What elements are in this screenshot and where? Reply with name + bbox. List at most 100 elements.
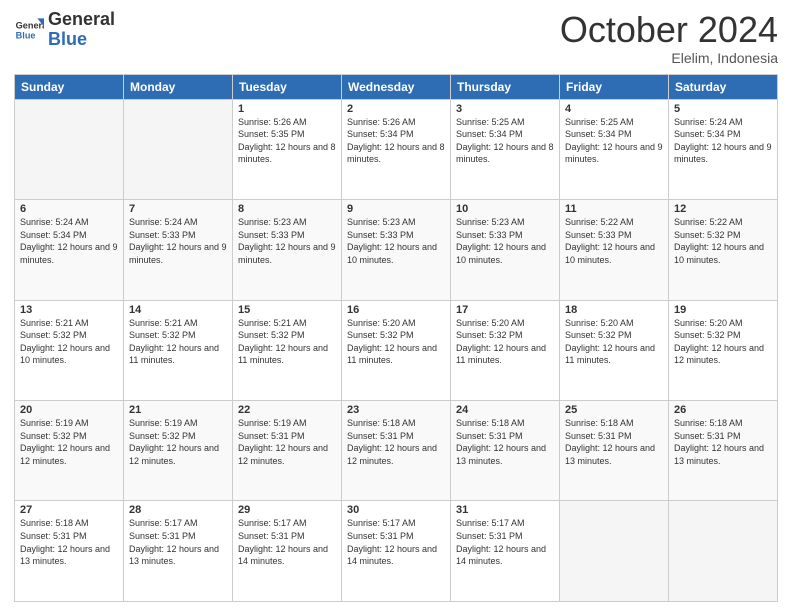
calendar-cell: 22Sunrise: 5:19 AMSunset: 5:31 PMDayligh… [233, 401, 342, 501]
day-number: 21 [129, 404, 227, 416]
day-number: 28 [129, 504, 227, 516]
calendar-cell: 27Sunrise: 5:18 AMSunset: 5:31 PMDayligh… [15, 501, 124, 602]
day-number: 8 [238, 203, 336, 215]
calendar-cell: 20Sunrise: 5:19 AMSunset: 5:32 PMDayligh… [15, 401, 124, 501]
day-number: 23 [347, 404, 445, 416]
day-info: Sunrise: 5:21 AMSunset: 5:32 PMDaylight:… [238, 317, 336, 367]
location-subtitle: Elelim, Indonesia [560, 50, 778, 66]
weekday-header-friday: Friday [560, 74, 669, 99]
day-info: Sunrise: 5:20 AMSunset: 5:32 PMDaylight:… [674, 317, 772, 367]
week-row-2: 13Sunrise: 5:21 AMSunset: 5:32 PMDayligh… [15, 300, 778, 400]
calendar-cell: 5Sunrise: 5:24 AMSunset: 5:34 PMDaylight… [669, 99, 778, 199]
day-info: Sunrise: 5:20 AMSunset: 5:32 PMDaylight:… [565, 317, 663, 367]
calendar-cell: 9Sunrise: 5:23 AMSunset: 5:33 PMDaylight… [342, 200, 451, 300]
day-number: 15 [238, 304, 336, 316]
week-row-4: 27Sunrise: 5:18 AMSunset: 5:31 PMDayligh… [15, 501, 778, 602]
weekday-header-wednesday: Wednesday [342, 74, 451, 99]
day-info: Sunrise: 5:25 AMSunset: 5:34 PMDaylight:… [565, 116, 663, 166]
calendar-cell: 14Sunrise: 5:21 AMSunset: 5:32 PMDayligh… [124, 300, 233, 400]
day-info: Sunrise: 5:26 AMSunset: 5:34 PMDaylight:… [347, 116, 445, 166]
day-number: 3 [456, 103, 554, 115]
calendar-cell: 15Sunrise: 5:21 AMSunset: 5:32 PMDayligh… [233, 300, 342, 400]
weekday-header-sunday: Sunday [15, 74, 124, 99]
day-number: 13 [20, 304, 118, 316]
weekday-header-thursday: Thursday [451, 74, 560, 99]
day-number: 18 [565, 304, 663, 316]
calendar-cell: 29Sunrise: 5:17 AMSunset: 5:31 PMDayligh… [233, 501, 342, 602]
day-number: 20 [20, 404, 118, 416]
day-number: 6 [20, 203, 118, 215]
calendar-cell: 26Sunrise: 5:18 AMSunset: 5:31 PMDayligh… [669, 401, 778, 501]
day-number: 31 [456, 504, 554, 516]
day-number: 7 [129, 203, 227, 215]
header: General Blue General Blue October 2024 E… [14, 10, 778, 66]
day-info: Sunrise: 5:19 AMSunset: 5:32 PMDaylight:… [20, 417, 118, 467]
calendar-cell: 7Sunrise: 5:24 AMSunset: 5:33 PMDaylight… [124, 200, 233, 300]
calendar-cell: 16Sunrise: 5:20 AMSunset: 5:32 PMDayligh… [342, 300, 451, 400]
day-number: 24 [456, 404, 554, 416]
day-info: Sunrise: 5:24 AMSunset: 5:34 PMDaylight:… [20, 216, 118, 266]
week-row-0: 1Sunrise: 5:26 AMSunset: 5:35 PMDaylight… [15, 99, 778, 199]
day-info: Sunrise: 5:17 AMSunset: 5:31 PMDaylight:… [347, 517, 445, 567]
calendar-cell: 4Sunrise: 5:25 AMSunset: 5:34 PMDaylight… [560, 99, 669, 199]
day-info: Sunrise: 5:18 AMSunset: 5:31 PMDaylight:… [347, 417, 445, 467]
day-number: 2 [347, 103, 445, 115]
calendar-cell: 30Sunrise: 5:17 AMSunset: 5:31 PMDayligh… [342, 501, 451, 602]
day-number: 10 [456, 203, 554, 215]
calendar-cell: 13Sunrise: 5:21 AMSunset: 5:32 PMDayligh… [15, 300, 124, 400]
page: General Blue General Blue October 2024 E… [0, 0, 792, 612]
calendar-cell: 8Sunrise: 5:23 AMSunset: 5:33 PMDaylight… [233, 200, 342, 300]
day-info: Sunrise: 5:18 AMSunset: 5:31 PMDaylight:… [674, 417, 772, 467]
day-info: Sunrise: 5:20 AMSunset: 5:32 PMDaylight:… [347, 317, 445, 367]
day-number: 26 [674, 404, 772, 416]
title-block: October 2024 Elelim, Indonesia [560, 10, 778, 66]
logo: General Blue General Blue [14, 10, 115, 50]
day-number: 1 [238, 103, 336, 115]
day-number: 25 [565, 404, 663, 416]
calendar-cell [669, 501, 778, 602]
weekday-header-saturday: Saturday [669, 74, 778, 99]
day-info: Sunrise: 5:22 AMSunset: 5:32 PMDaylight:… [674, 216, 772, 266]
calendar-cell: 23Sunrise: 5:18 AMSunset: 5:31 PMDayligh… [342, 401, 451, 501]
calendar-cell: 17Sunrise: 5:20 AMSunset: 5:32 PMDayligh… [451, 300, 560, 400]
calendar-cell: 24Sunrise: 5:18 AMSunset: 5:31 PMDayligh… [451, 401, 560, 501]
calendar-cell [560, 501, 669, 602]
day-number: 19 [674, 304, 772, 316]
day-info: Sunrise: 5:19 AMSunset: 5:32 PMDaylight:… [129, 417, 227, 467]
calendar-cell: 11Sunrise: 5:22 AMSunset: 5:33 PMDayligh… [560, 200, 669, 300]
calendar-cell: 3Sunrise: 5:25 AMSunset: 5:34 PMDaylight… [451, 99, 560, 199]
weekday-header-row: SundayMondayTuesdayWednesdayThursdayFrid… [15, 74, 778, 99]
day-info: Sunrise: 5:21 AMSunset: 5:32 PMDaylight:… [129, 317, 227, 367]
day-info: Sunrise: 5:17 AMSunset: 5:31 PMDaylight:… [238, 517, 336, 567]
day-info: Sunrise: 5:26 AMSunset: 5:35 PMDaylight:… [238, 116, 336, 166]
weekday-header-tuesday: Tuesday [233, 74, 342, 99]
day-number: 16 [347, 304, 445, 316]
calendar-cell: 12Sunrise: 5:22 AMSunset: 5:32 PMDayligh… [669, 200, 778, 300]
calendar-cell: 10Sunrise: 5:23 AMSunset: 5:33 PMDayligh… [451, 200, 560, 300]
svg-text:Blue: Blue [16, 30, 36, 40]
calendar-cell: 2Sunrise: 5:26 AMSunset: 5:34 PMDaylight… [342, 99, 451, 199]
logo-icon: General Blue [14, 15, 44, 45]
day-number: 9 [347, 203, 445, 215]
day-number: 22 [238, 404, 336, 416]
week-row-3: 20Sunrise: 5:19 AMSunset: 5:32 PMDayligh… [15, 401, 778, 501]
day-number: 30 [347, 504, 445, 516]
calendar-cell: 31Sunrise: 5:17 AMSunset: 5:31 PMDayligh… [451, 501, 560, 602]
day-number: 29 [238, 504, 336, 516]
calendar-cell [15, 99, 124, 199]
day-info: Sunrise: 5:21 AMSunset: 5:32 PMDaylight:… [20, 317, 118, 367]
day-number: 4 [565, 103, 663, 115]
calendar-cell: 1Sunrise: 5:26 AMSunset: 5:35 PMDaylight… [233, 99, 342, 199]
day-number: 27 [20, 504, 118, 516]
day-info: Sunrise: 5:20 AMSunset: 5:32 PMDaylight:… [456, 317, 554, 367]
calendar-cell: 21Sunrise: 5:19 AMSunset: 5:32 PMDayligh… [124, 401, 233, 501]
calendar-table: SundayMondayTuesdayWednesdayThursdayFrid… [14, 74, 778, 602]
day-info: Sunrise: 5:23 AMSunset: 5:33 PMDaylight:… [456, 216, 554, 266]
day-number: 5 [674, 103, 772, 115]
day-info: Sunrise: 5:18 AMSunset: 5:31 PMDaylight:… [20, 517, 118, 567]
calendar-cell: 25Sunrise: 5:18 AMSunset: 5:31 PMDayligh… [560, 401, 669, 501]
day-info: Sunrise: 5:23 AMSunset: 5:33 PMDaylight:… [238, 216, 336, 266]
logo-text: General Blue [48, 10, 115, 50]
month-title: October 2024 [560, 10, 778, 50]
day-number: 14 [129, 304, 227, 316]
